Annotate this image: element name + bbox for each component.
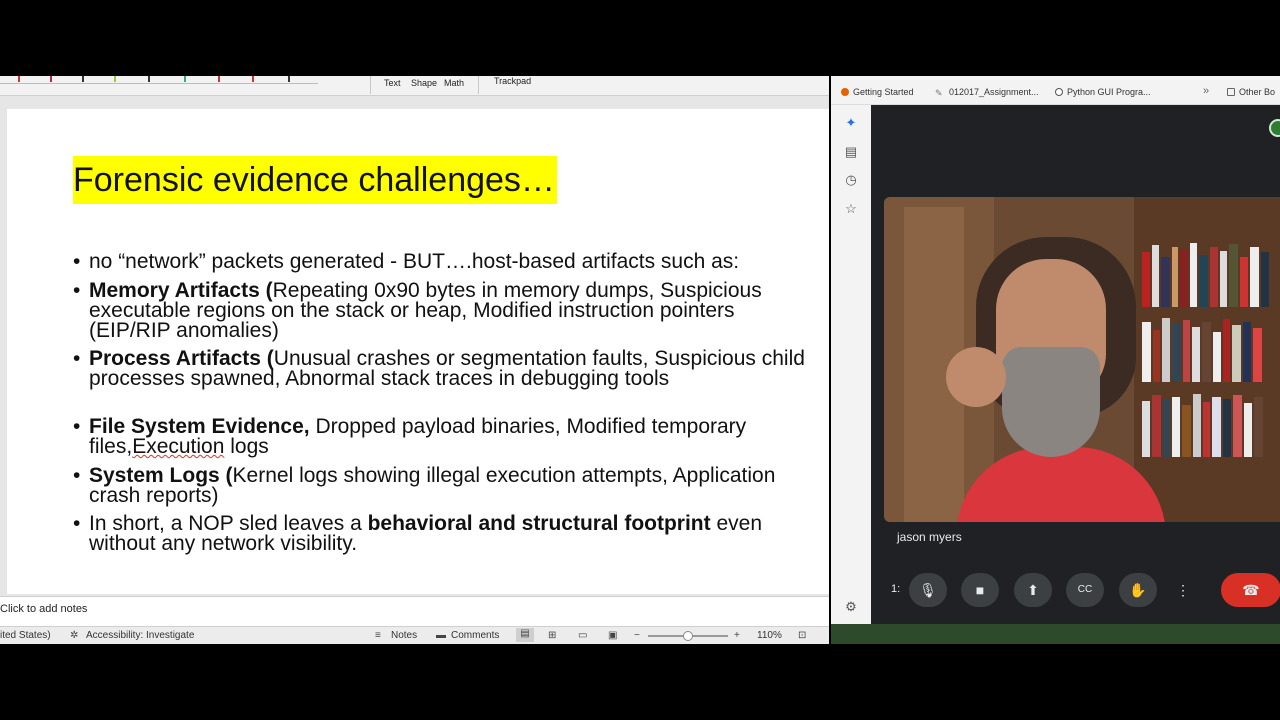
bookmark-python-gui[interactable]: Python GUI Progra...: [1055, 87, 1151, 97]
browser-side-panel: ✦ ▤ ◷ ☆ ⚙: [831, 105, 871, 624]
slide-sorter-icon[interactable]: ⊞: [548, 630, 556, 641]
pen-tool-icon[interactable]: [46, 76, 52, 82]
reading-view-icon[interactable]: ▭: [578, 630, 587, 641]
background-strip: [831, 624, 1280, 644]
end-call-icon: ☎: [1242, 582, 1260, 598]
ribbon-divider: [478, 76, 479, 94]
status-bar: ited States) ✲ Accessibility: Investigat…: [0, 626, 829, 644]
slide-canvas[interactable]: Forensic evidence challenges… • no “netw…: [7, 109, 829, 594]
bookmarks-overflow-icon[interactable]: »: [1203, 85, 1209, 97]
mic-icon: 🎙: [919, 582, 937, 598]
history-icon[interactable]: ◷: [843, 172, 859, 188]
gemini-icon[interactable]: ✦: [843, 115, 859, 131]
powerpoint-window: Text Shape Math Trackpad Forensic eviden…: [0, 76, 829, 644]
present-button[interactable]: ⬆: [1014, 573, 1052, 607]
end-call-button[interactable]: ☎: [1221, 573, 1280, 607]
slideshow-icon[interactable]: ▣: [608, 630, 617, 641]
accessibility-status[interactable]: Accessibility: Investigate: [86, 630, 194, 641]
participant-name: jason myers: [897, 530, 962, 544]
zoom-in-icon[interactable]: +: [734, 630, 740, 641]
ribbon-trackpad-button[interactable]: Trackpad: [494, 76, 531, 86]
raise-hand-icon: ✋: [1129, 582, 1147, 598]
drawing-toolbar-strip: [0, 76, 318, 84]
bookmark-other[interactable]: Other Bo: [1227, 87, 1275, 97]
person-beard: [1002, 347, 1100, 457]
bullet-dot: •: [73, 512, 81, 535]
bullet-dot: •: [73, 415, 81, 438]
captions-button[interactable]: CC: [1066, 573, 1104, 607]
pen-tool-icon[interactable]: [144, 76, 150, 82]
slide-title[interactable]: Forensic evidence challenges…: [73, 156, 557, 204]
pen-tool-icon[interactable]: [14, 76, 20, 82]
language-status[interactable]: ited States): [0, 630, 51, 641]
more-icon: ⋮: [1176, 582, 1190, 598]
avatar[interactable]: [1269, 119, 1280, 137]
camera-icon: ■: [975, 582, 985, 598]
pen-tool-icon[interactable]: [78, 76, 84, 82]
participant-video[interactable]: [884, 197, 1280, 522]
bookmark-getting-started[interactable]: Getting Started: [841, 87, 914, 97]
firefox-icon: [841, 88, 849, 96]
bookmarks-icon[interactable]: ☆: [843, 201, 859, 217]
comments-icon: ▬: [436, 630, 446, 641]
slide-editing-area: Forensic evidence challenges… • no “netw…: [0, 96, 829, 596]
pen-tool-icon[interactable]: [248, 76, 254, 82]
pen-icon: ✎: [935, 88, 943, 98]
notes-pane[interactable]: Click to add notes: [0, 596, 829, 626]
folder-icon: [1227, 88, 1235, 96]
google-meet-view: jason myers 1: 🎙 ■ ⬆ CC ✋ ⋮ ☎: [871, 105, 1280, 624]
person-hand: [946, 347, 1006, 407]
bullet-dot: •: [73, 279, 81, 302]
settings-gear-icon[interactable]: ⚙: [843, 599, 859, 615]
present-icon: ⬆: [1027, 582, 1039, 598]
bookmark-assignment[interactable]: ✎ 012017_Assignment...: [935, 87, 1039, 98]
mic-button[interactable]: 🎙: [909, 573, 947, 607]
raise-hand-button[interactable]: ✋: [1119, 573, 1157, 607]
bullet-dot: •: [73, 464, 81, 487]
ribbon-divider: [370, 76, 371, 94]
zoom-slider-thumb[interactable]: [683, 631, 693, 641]
bullet-dot: •: [73, 347, 81, 370]
zoom-level[interactable]: 110%: [757, 630, 782, 641]
notes-icon: ≡: [375, 630, 381, 641]
bullet-dot: •: [73, 250, 81, 273]
notes-placeholder[interactable]: Click to add notes: [0, 603, 87, 615]
ribbon-text-button[interactable]: Text: [384, 78, 401, 88]
reading-list-icon[interactable]: ▤: [843, 144, 859, 160]
pen-tool-icon[interactable]: [180, 76, 186, 82]
bookmarks-bar: Getting Started ✎ 012017_Assignment... Py…: [831, 76, 1280, 105]
normal-view-icon[interactable]: ▤: [516, 628, 534, 642]
ribbon-shape-button[interactable]: Shape: [411, 78, 437, 88]
ribbon: Text Shape Math Trackpad: [0, 76, 829, 96]
notes-button[interactable]: Notes: [391, 630, 417, 641]
accessibility-icon: ✲: [70, 630, 79, 641]
github-icon: [1055, 88, 1063, 96]
pen-tool-icon[interactable]: [214, 76, 220, 82]
call-controls: 🎙 ■ ⬆ CC ✋ ⋮ ☎: [871, 573, 1280, 613]
fit-to-window-icon[interactable]: ⊡: [798, 630, 806, 641]
captions-icon: CC: [1077, 584, 1093, 595]
more-options-button[interactable]: ⋮: [1171, 573, 1195, 607]
highlighter-tool-icon[interactable]: [110, 76, 116, 82]
zoom-out-icon[interactable]: −: [634, 630, 640, 641]
comments-button[interactable]: Comments: [451, 630, 499, 641]
camera-button[interactable]: ■: [961, 573, 999, 607]
ribbon-math-button[interactable]: Math: [444, 78, 464, 88]
pen-tool-icon[interactable]: [284, 76, 290, 82]
browser-window: Getting Started ✎ 012017_Assignment... Py…: [831, 76, 1280, 624]
